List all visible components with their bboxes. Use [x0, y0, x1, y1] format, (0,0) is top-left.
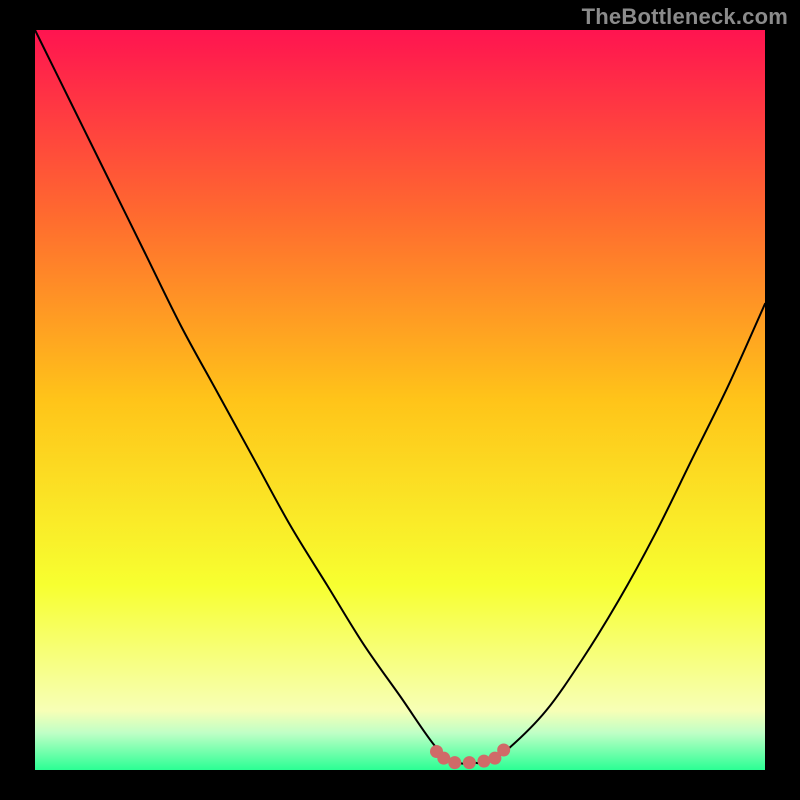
marker-dot — [497, 744, 510, 757]
watermark-text: TheBottleneck.com — [582, 4, 788, 30]
marker-dot — [463, 756, 476, 769]
marker-dot — [448, 756, 461, 769]
chart-svg — [0, 0, 800, 800]
marker-dot — [477, 755, 490, 768]
chart-container: TheBottleneck.com — [0, 0, 800, 800]
plot-background — [35, 30, 765, 770]
